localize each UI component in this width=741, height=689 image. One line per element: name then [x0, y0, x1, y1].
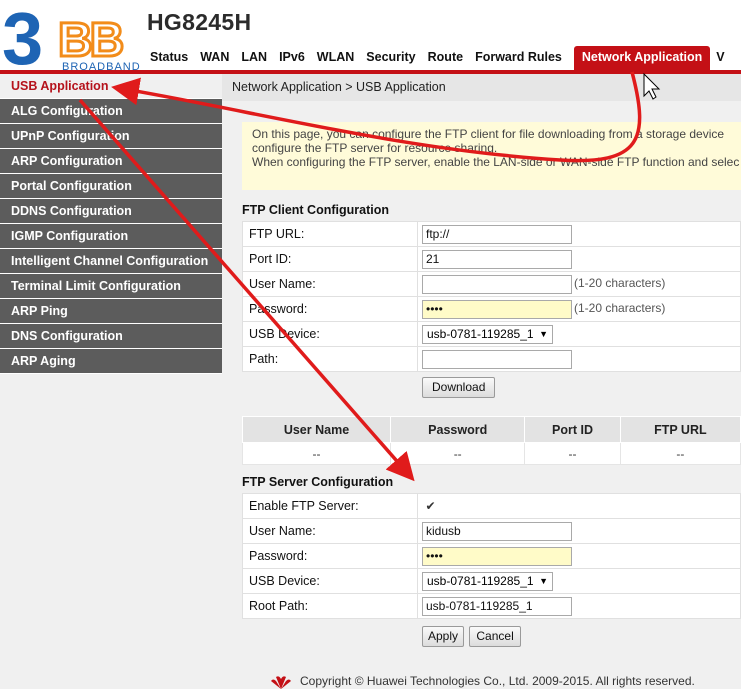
ftp-client-title: FTP Client Configuration [242, 203, 389, 217]
server-username-input[interactable] [422, 521, 572, 541]
path-input[interactable] [422, 349, 572, 369]
ftp-url-label: FTP URL: [242, 221, 418, 247]
sidebar-item-alg[interactable]: ALG Configuration [0, 99, 222, 124]
ftp-client-table: FTP URL: Port ID: User Name: (1-20 chara… [242, 221, 741, 372]
sidebar-item-igmp[interactable]: IGMP Configuration [0, 224, 222, 249]
client-usb-device-select[interactable]: usb-0781-119285_1 ▼ [422, 324, 553, 344]
enable-ftp-server-label: Enable FTP Server: [242, 493, 418, 519]
main-content: Network Application > USB Application On… [222, 74, 741, 670]
column-header-username: User Name [242, 416, 391, 443]
server-password-input[interactable] [422, 546, 572, 566]
svg-text:BB: BB [58, 14, 123, 67]
nav-wan[interactable]: WAN [194, 46, 235, 70]
username-hint: (1-20 characters) [574, 276, 666, 291]
port-id-input[interactable] [422, 249, 572, 269]
info-line: configure the FTP server for resource sh… [252, 141, 498, 155]
breadcrumb: Network Application > USB Application [222, 74, 741, 101]
table-cell: -- [619, 442, 741, 465]
sidebar-item-arp-ping[interactable]: ARP Ping [0, 299, 222, 324]
ftp-client-list: User Name Password Port ID FTP URL -- --… [242, 416, 741, 465]
root-path-input[interactable] [422, 596, 572, 616]
sidebar-item-intelligent-channel[interactable]: Intelligent Channel Configuration [0, 249, 222, 274]
table-cell: -- [389, 442, 526, 465]
svg-text:3: 3 [2, 0, 43, 72]
nav-security[interactable]: Security [360, 46, 421, 70]
column-header-port-id: Port ID [524, 416, 621, 443]
column-header-ftp-url: FTP URL [619, 416, 741, 443]
client-password-label: Password: [242, 296, 418, 322]
server-usb-device-select[interactable]: usb-0781-119285_1 ▼ [422, 571, 553, 591]
server-button-row: Apply Cancel [242, 626, 741, 647]
client-usb-device-label: USB Device: [242, 321, 418, 347]
nav-ipv6[interactable]: IPv6 [273, 46, 311, 70]
nav-network-application[interactable]: Network Application [573, 46, 711, 70]
nav-forward-rules[interactable]: Forward Rules [469, 46, 568, 70]
apply-button[interactable]: Apply [422, 626, 465, 647]
client-usb-device-value: usb-0781-119285_1 [427, 326, 534, 341]
nav-lan[interactable]: LAN [235, 46, 273, 70]
huawei-logo-icon [271, 676, 291, 689]
client-password-input[interactable] [422, 299, 572, 319]
3bb-logo: 3 BB BROADBAND [2, 0, 140, 72]
ftp-server-table: Enable FTP Server: ✔ User Name: Password… [242, 493, 741, 619]
nav-route[interactable]: Route [422, 46, 469, 70]
sidebar-item-dns[interactable]: DNS Configuration [0, 324, 222, 349]
table-cell: -- [242, 442, 391, 465]
chevron-down-icon: ▼ [539, 575, 548, 586]
info-line: When configuring the FTP server, enable … [252, 155, 740, 169]
nav-wlan[interactable]: WLAN [311, 46, 361, 70]
server-username-label: User Name: [242, 518, 418, 544]
server-usb-device-label: USB Device: [242, 568, 418, 594]
table-row: -- -- -- -- [242, 442, 741, 465]
column-header-password: Password [389, 416, 526, 443]
ftp-url-input[interactable] [422, 224, 572, 244]
info-line: On this page, you can configure the FTP … [252, 127, 725, 141]
sidebar: USB Application ALG Configuration UPnP C… [0, 74, 222, 670]
password-hint: (1-20 characters) [574, 301, 666, 316]
table-cell: -- [524, 442, 621, 465]
sidebar-item-portal[interactable]: Portal Configuration [0, 174, 222, 199]
sidebar-item-arp-aging[interactable]: ARP Aging [0, 349, 222, 374]
ftp-server-title: FTP Server Configuration [242, 475, 394, 489]
server-usb-device-value: usb-0781-119285_1 [427, 573, 534, 588]
cancel-button[interactable]: Cancel [469, 626, 521, 647]
nav-item-partial[interactable]: V [710, 46, 730, 70]
nav-status[interactable]: Status [144, 46, 194, 70]
copyright-text: Copyright © Huawei Technologies Co., Ltd… [300, 674, 695, 688]
sidebar-item-upnp[interactable]: UPnP Configuration [0, 124, 222, 149]
footer: Copyright © Huawei Technologies Co., Ltd… [0, 670, 741, 689]
client-username-input[interactable] [422, 274, 572, 294]
enable-ftp-server-checkbox[interactable]: ✔ [424, 500, 437, 513]
download-button[interactable]: Download [422, 377, 496, 398]
device-model: HG8245H [147, 9, 252, 35]
chevron-down-icon: ▼ [539, 328, 548, 339]
info-box: On this page, you can configure the FTP … [242, 122, 741, 190]
top-nav: Status WAN LAN IPv6 WLAN Security Route … [144, 46, 730, 70]
path-label: Path: [242, 346, 418, 372]
client-username-label: User Name: [242, 271, 418, 297]
root-path-label: Root Path: [242, 593, 418, 619]
sidebar-item-usb-application[interactable]: USB Application [0, 74, 222, 99]
sidebar-item-ddns[interactable]: DDNS Configuration [0, 199, 222, 224]
server-password-label: Password: [242, 543, 418, 569]
download-row: Download [242, 377, 741, 398]
header: 3 BB BROADBAND HG8245H Status WAN LAN IP… [0, 0, 741, 74]
sidebar-item-arp[interactable]: ARP Configuration [0, 149, 222, 174]
port-id-label: Port ID: [242, 246, 418, 272]
sidebar-item-terminal-limit[interactable]: Terminal Limit Configuration [0, 274, 222, 299]
